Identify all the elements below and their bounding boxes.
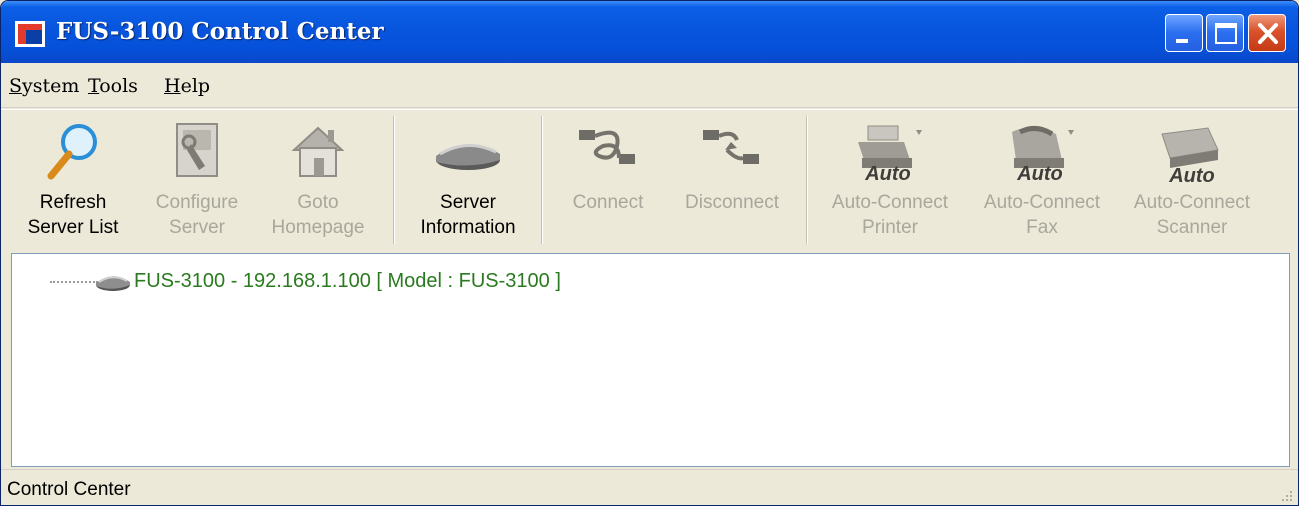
menu-tools[interactable]: Tools xyxy=(88,75,138,97)
auto-connect-printer-button[interactable]: Auto Auto-Connect Printer xyxy=(821,110,959,250)
close-button[interactable] xyxy=(1248,14,1286,52)
goto-homepage-label: Goto Homepage xyxy=(271,192,365,238)
resize-grip-icon[interactable] xyxy=(1278,487,1294,503)
maximize-icon xyxy=(1215,23,1237,44)
auto-connect-fax-label: Auto-Connect Fax xyxy=(983,192,1101,238)
menu-system-accel: S xyxy=(9,75,23,97)
toolbar-separator xyxy=(541,116,543,244)
auto-fax-badge: Auto xyxy=(1016,163,1063,185)
magnifier-icon xyxy=(47,124,97,180)
server-information-button[interactable]: Server Information xyxy=(399,110,537,250)
configure-icon xyxy=(176,123,218,177)
refresh-server-list-button[interactable]: Refresh Server List xyxy=(9,110,137,250)
window-title: FUS-3100 Control Center xyxy=(56,18,384,45)
connect-label: Connect xyxy=(572,192,644,213)
auto-scanner-icon: Auto xyxy=(1161,127,1219,186)
auto-connect-scanner-label: Auto-Connect Scanner xyxy=(1133,192,1251,238)
maximize-button[interactable] xyxy=(1206,14,1244,52)
auto-printer-badge: Auto xyxy=(864,163,911,185)
status-text: Control Center xyxy=(7,479,131,500)
minimize-icon xyxy=(1176,39,1188,43)
app-logo-icon xyxy=(15,21,45,47)
toolbar-separator xyxy=(806,116,808,244)
connect-button[interactable]: Connect xyxy=(553,110,663,250)
auto-fax-icon: Auto xyxy=(1012,126,1074,185)
status-bar: Control Center xyxy=(1,469,1298,505)
auto-connect-fax-button[interactable]: Auto Auto-Connect Fax xyxy=(968,110,1116,250)
server-information-label: Server Information xyxy=(420,192,516,238)
disconnect-cable-icon xyxy=(703,130,759,164)
menu-bar: System Tools Help xyxy=(1,63,1298,108)
menu-help[interactable]: Help xyxy=(164,75,210,97)
tree-node-server[interactable]: FUS-3100 - 192.168.1.100 [ Model : FUS-3… xyxy=(134,270,561,293)
home-icon xyxy=(291,126,345,177)
server-icon xyxy=(436,144,500,170)
auto-printer-icon: Auto xyxy=(858,125,922,185)
close-icon xyxy=(1258,23,1278,44)
disconnect-label: Disconnect xyxy=(685,192,779,213)
menu-system-label: ystem xyxy=(22,75,80,97)
menu-tools-accel: T xyxy=(88,75,100,97)
refresh-server-list-label: Refresh Server List xyxy=(27,192,119,238)
tree-connector-line xyxy=(50,281,98,283)
disconnect-button[interactable]: Disconnect xyxy=(669,110,795,250)
minimize-button[interactable] xyxy=(1165,14,1203,52)
auto-scanner-badge: Auto xyxy=(1168,165,1215,186)
configure-server-button[interactable]: Configure Server xyxy=(141,110,253,250)
auto-connect-scanner-button[interactable]: Auto Auto-Connect Scanner xyxy=(1121,110,1263,250)
server-tree[interactable]: FUS-3100 - 192.168.1.100 [ Model : FUS-3… xyxy=(11,253,1290,467)
menu-help-accel: H xyxy=(164,75,181,97)
auto-connect-printer-label: Auto-Connect Printer xyxy=(831,192,949,238)
title-bar[interactable]: FUS-3100 Control Center xyxy=(1,1,1298,63)
connect-cable-icon xyxy=(579,130,635,164)
server-icon xyxy=(96,276,130,291)
goto-homepage-button[interactable]: Goto Homepage xyxy=(257,110,379,250)
menu-system[interactable]: System xyxy=(9,75,79,97)
menu-help-label: elp xyxy=(180,75,211,97)
toolbar: Refresh Server List Configure Server Got… xyxy=(1,109,1298,249)
toolbar-separator xyxy=(393,116,395,244)
menu-tools-label: ools xyxy=(99,75,138,97)
configure-server-label: Configure Server xyxy=(155,192,239,238)
app-window: FUS-3100 Control Center System Tools Hel… xyxy=(0,0,1299,506)
